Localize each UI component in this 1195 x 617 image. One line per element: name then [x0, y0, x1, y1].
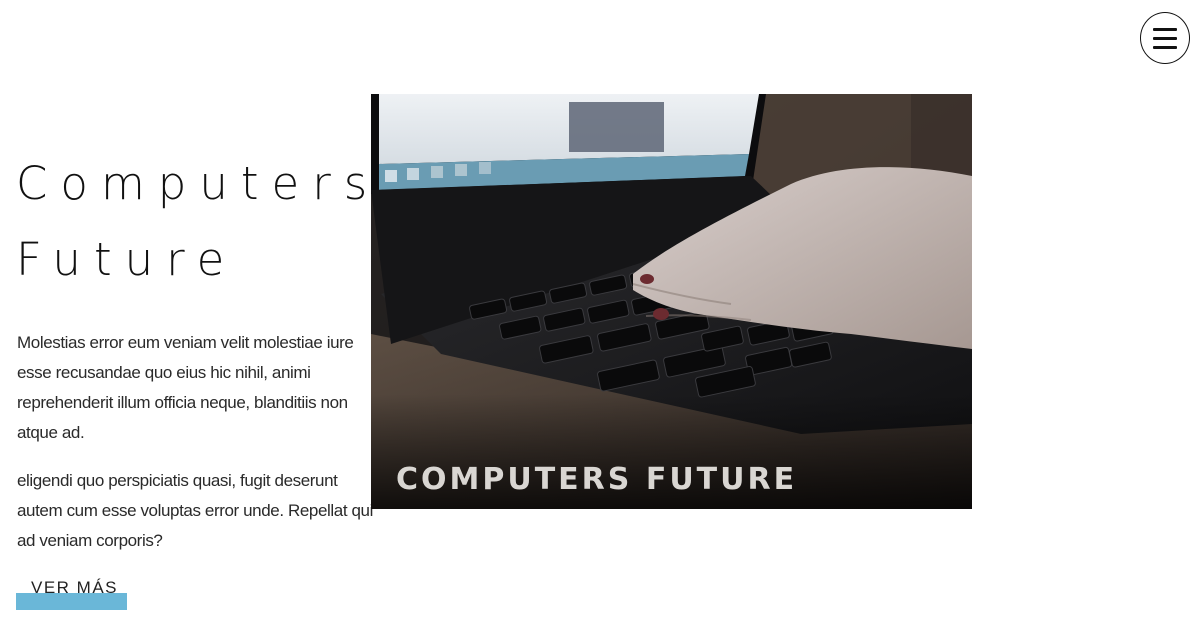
image-caption: COMPUTERS FUTURE: [396, 462, 798, 497]
title-line-1: Computers: [16, 157, 381, 210]
hamburger-menu-icon-bar: [1153, 45, 1177, 49]
hero-image: COMPUTERS FUTURE: [371, 94, 972, 509]
menu-button[interactable]: [1140, 12, 1190, 64]
ver-mas-button[interactable]: VER MÁS: [16, 576, 127, 610]
hamburger-menu-icon-bar: [1153, 36, 1177, 40]
cta-label: VER MÁS: [31, 578, 119, 597]
hamburger-menu-icon: [1153, 27, 1177, 31]
intro-paragraph-2: eligendi quo perspiciatis quasi, fugit d…: [17, 471, 373, 550]
intro-paragraph-1: Molestias error eum veniam velit molesti…: [17, 333, 354, 442]
page: Computers Future Molestias error eum ven…: [0, 0, 1195, 617]
laptop-typing-photo: [371, 94, 972, 509]
page-title: Computers Future: [16, 146, 380, 298]
title-line-2: Future: [16, 233, 238, 286]
